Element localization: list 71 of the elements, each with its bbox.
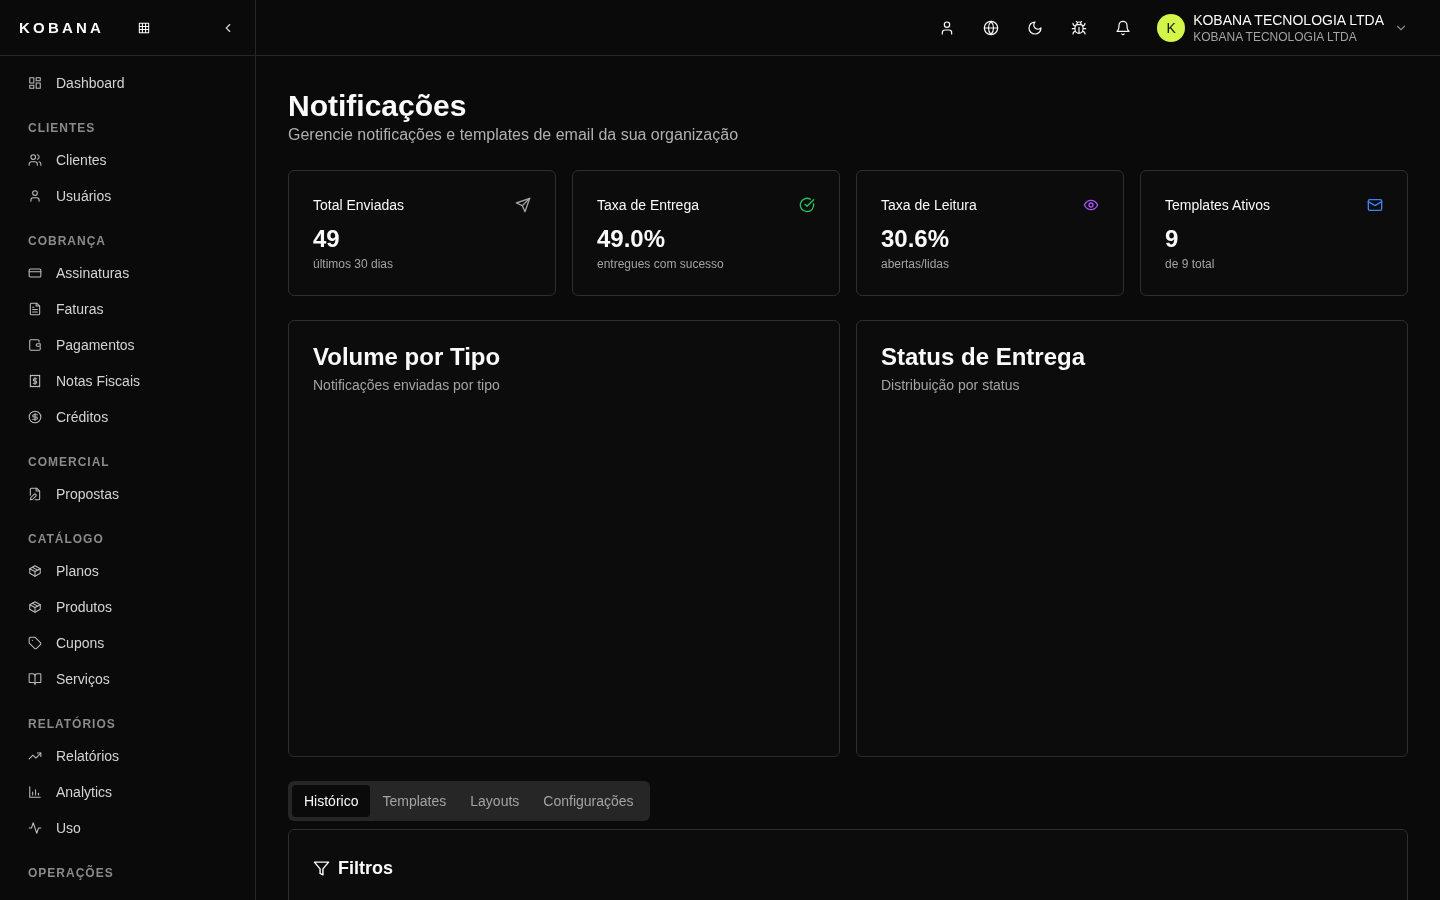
organization-name: KOBANA TECNOLOGIA LTDA — [1193, 11, 1384, 28]
moon-icon[interactable] — [1027, 19, 1044, 36]
document-icon — [28, 302, 42, 316]
file-pen-icon — [28, 487, 42, 501]
bell-icon[interactable] — [1115, 19, 1132, 36]
filter-icon — [313, 860, 330, 877]
sidebar-item[interactable]: Clientes — [28, 142, 255, 178]
pulse-icon — [28, 821, 42, 835]
panel-subtitle: Distribuição por status — [881, 377, 1021, 393]
dollar-coin-icon — [28, 410, 42, 424]
credit-card-icon — [28, 266, 42, 280]
stat-note: de 9 total — [1165, 257, 1216, 271]
organization-subtitle: KOBANA TECNOLOGIA LTDA — [1193, 29, 1358, 44]
sidebar-item[interactable]: Propostas — [28, 476, 255, 512]
tab[interactable]: Configurações — [531, 785, 646, 817]
section-heading: OPERAÇÕES — [28, 865, 115, 881]
tab[interactable]: Layouts — [458, 785, 532, 817]
sidebar-item[interactable]: Relatórios — [28, 738, 255, 774]
section-heading: COBRANÇA — [28, 233, 107, 249]
stat-label: Total Enviadas — [313, 197, 405, 213]
stat-value: 30.6% — [881, 225, 951, 253]
sidebar-item[interactable]: Serviços — [28, 661, 255, 697]
globe-icon[interactable] — [983, 19, 1000, 36]
stat-label: Taxa de Entrega — [597, 197, 699, 213]
sidebar-item[interactable]: Dashboard — [28, 65, 255, 101]
stat-note: entregues com sucesso — [597, 257, 725, 271]
sidebar-item[interactable]: Cupons — [28, 625, 255, 661]
users-icon — [28, 153, 42, 167]
tab[interactable]: Histórico — [292, 785, 371, 817]
panel-subtitle: Notificações enviadas por tipo — [313, 377, 501, 393]
sidebar-item[interactable]: Faturas — [28, 291, 255, 327]
stat-value: 49 — [313, 225, 341, 253]
package-icon — [28, 564, 42, 578]
user-icon — [28, 189, 42, 203]
book-icon — [28, 672, 42, 686]
tab[interactable]: Templates — [370, 785, 459, 817]
wallet-icon — [28, 338, 42, 352]
sidebar-item[interactable]: Produtos — [28, 589, 255, 625]
sidebar-item[interactable]: Pagamentos — [28, 327, 255, 363]
filters-title: Filtros — [338, 858, 393, 879]
stat-note: abertas/lidas — [881, 257, 951, 271]
dashboard-icon — [28, 76, 42, 90]
bar-chart-icon — [28, 785, 42, 799]
sidebar-item[interactable]: Planos — [28, 553, 255, 589]
stat-label: Taxa de Leitura — [881, 197, 977, 213]
section-heading: CATÁLOGO — [28, 531, 105, 547]
tag-icon — [28, 636, 42, 650]
panel-title: Volume por Tipo — [313, 343, 502, 371]
sidebar-item[interactable]: Assinaturas — [28, 255, 255, 291]
grid-icon[interactable] — [137, 20, 152, 35]
logo: KOBANA — [19, 19, 105, 36]
section-heading: COMERCIAL — [28, 454, 111, 470]
receipt-icon — [28, 374, 42, 388]
stat-value: 9 — [1165, 225, 1180, 253]
sidebar-item[interactable]: Uso — [28, 810, 255, 846]
section-heading: CLIENTES — [28, 120, 97, 136]
stat-label: Templates Ativos — [1165, 197, 1271, 213]
bug-icon[interactable] — [1071, 19, 1088, 36]
stat-value: 49.0% — [597, 225, 667, 253]
sidebar-item[interactable]: Notas Fiscais — [28, 363, 255, 399]
section-heading: RELATÓRIOS — [28, 716, 117, 732]
sidebar-item[interactable]: Analytics — [28, 774, 255, 810]
package-icon — [28, 600, 42, 614]
avatar: K — [1157, 13, 1186, 42]
sidebar-item[interactable]: Usuários — [28, 178, 255, 214]
organization-switcher[interactable]: K KOBANA TECNOLOGIA LTDA KOBANA TECNOLOGIA LTDA — [1157, 11, 1408, 44]
page-subtitle: Gerencie notificações e templates de email da sua organização — [288, 126, 740, 144]
sidebar-item[interactable]: Créditos — [28, 399, 255, 435]
panel-title: Status de Entrega — [881, 343, 1087, 371]
stat-note: últimos 30 dias — [313, 257, 395, 271]
page-title: Notificações — [288, 88, 468, 124]
